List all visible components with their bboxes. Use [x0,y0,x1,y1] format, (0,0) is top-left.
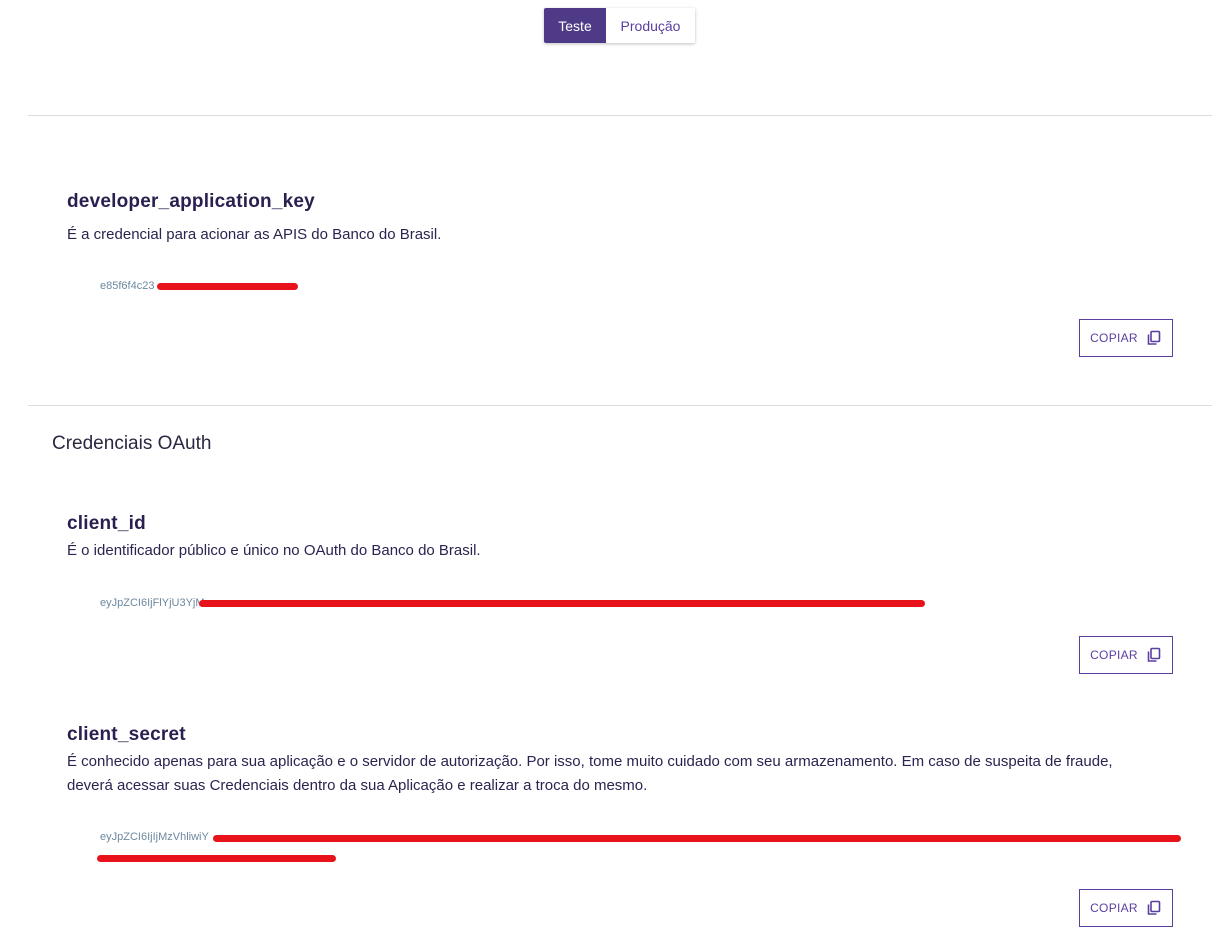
redaction-mark [157,283,298,290]
environment-toggle: Teste Produção [544,8,695,43]
divider [28,405,1212,406]
redaction-mark [97,855,336,862]
copy-icon [1147,647,1161,662]
copy-client-id-button[interactable]: COPIAR [1079,636,1173,674]
app-key-value: e85f6f4c23 [100,280,155,292]
client-secret-value: eyJpZCI6IjIjMzVhliwiY [100,831,209,843]
copy-icon [1147,900,1161,915]
app-key-title: developer_application_key [67,191,315,212]
client-id-title: client_id [67,513,146,534]
client-id-value: eyJpZCI6IjFlYjU3YjM [100,597,205,609]
tab-teste[interactable]: Teste [544,8,606,43]
copy-client-secret-button[interactable]: COPIAR [1079,889,1173,927]
copy-button-label: COPIAR [1090,648,1138,662]
copy-app-key-button[interactable]: COPIAR [1079,319,1173,357]
copy-button-label: COPIAR [1090,901,1138,915]
oauth-section-heading: Credenciais OAuth [52,433,212,454]
copy-icon [1147,330,1161,345]
client-id-description: É o identificador público e único no OAu… [67,542,481,559]
redaction-mark [213,835,1181,842]
tab-producao[interactable]: Produção [606,8,695,43]
copy-button-label: COPIAR [1090,331,1138,345]
client-secret-description-line2: deverá acessar suas Credenciais dentro d… [67,777,648,794]
redaction-mark [199,600,925,607]
divider [28,115,1212,116]
app-key-description: É a credencial para acionar as APIS do B… [67,226,442,243]
client-secret-description-line1: É conhecido apenas para sua aplicação e … [67,753,1113,770]
credentials-page: Teste Produção developer_application_key… [0,0,1228,938]
client-secret-title: client_secret [67,724,186,745]
